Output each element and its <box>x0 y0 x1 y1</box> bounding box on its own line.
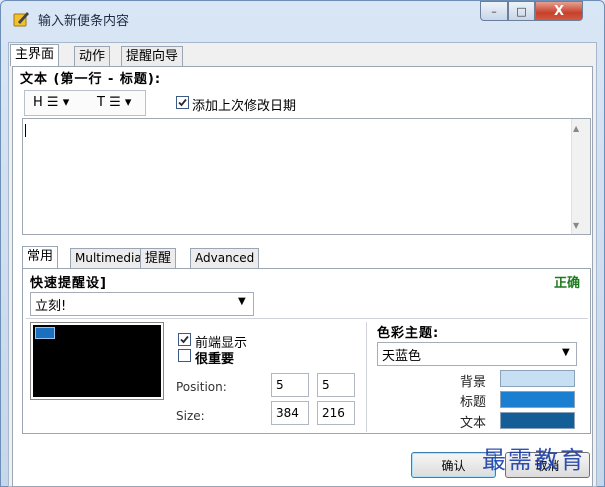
tab-main[interactable]: 主界面 <box>10 44 60 66</box>
position-label: Position: <box>176 380 227 394</box>
dropdown-arrow-icon[interactable]: ▼ <box>238 296 246 307</box>
position-y-input[interactable]: 5 <box>317 373 355 397</box>
quick-reminder-label: 快速提醒设] <box>30 276 107 291</box>
text-area-scrollbar[interactable] <box>571 119 590 234</box>
minimize-button[interactable]: – <box>480 1 508 21</box>
text-color-swatch[interactable] <box>500 412 575 429</box>
tab-reminder[interactable]: 提醒 <box>140 248 177 268</box>
heading-format-dropdown[interactable]: H ☰ ▾ <box>33 95 69 110</box>
scroll-down-icon[interactable]: ▼ <box>573 221 579 230</box>
text-color-label: 文本 <box>460 416 487 431</box>
color-theme-value: 天蓝色 <box>382 349 422 364</box>
divider <box>26 318 588 319</box>
background-color-swatch[interactable] <box>500 370 575 387</box>
title-color-swatch[interactable] <box>500 391 575 408</box>
quick-reminder-value: 立刻! <box>35 299 67 314</box>
note-text-area[interactable] <box>22 118 591 235</box>
position-x-input[interactable]: 5 <box>271 373 309 397</box>
preview-title-marker <box>35 327 55 339</box>
title-color-label: 标题 <box>460 395 487 410</box>
text-format-dropdown[interactable]: T ☰ ▾ <box>97 95 131 110</box>
width-input[interactable]: 384 <box>271 401 309 425</box>
important-label[interactable]: 很重要 <box>195 348 234 367</box>
tab-common[interactable]: 常用 <box>22 246 59 268</box>
front-display-checkbox[interactable] <box>178 333 191 346</box>
add-date-checkbox[interactable] <box>176 96 189 109</box>
vertical-divider <box>366 322 367 432</box>
app-note-icon <box>13 12 29 27</box>
tab-reminder-wizard[interactable]: 提醒向导 <box>121 46 184 66</box>
text-section-label: 文本 (第一行 - 标题): <box>20 72 162 87</box>
text-caret <box>25 124 26 137</box>
important-checkbox[interactable] <box>178 349 191 362</box>
window-title: 输入新便条内容 <box>38 14 130 29</box>
status-indicator: 正确 <box>554 276 581 291</box>
close-button[interactable]: X <box>535 1 583 21</box>
size-label: Size: <box>176 409 205 423</box>
watermark-text: 最需教育 <box>482 446 586 474</box>
dropdown-arrow-icon[interactable]: ▼ <box>562 347 570 358</box>
color-theme-label: 色彩主题: <box>377 326 440 341</box>
add-date-label[interactable]: 添加上次修改日期 <box>192 95 296 114</box>
tab-action[interactable]: 动作 <box>74 46 111 66</box>
maximize-button[interactable]: □ <box>508 1 535 21</box>
background-color-label: 背景 <box>460 375 487 390</box>
tab-advanced[interactable]: Advanced <box>190 248 260 268</box>
scroll-up-icon[interactable]: ▲ <box>573 124 579 133</box>
height-input[interactable]: 216 <box>317 401 355 425</box>
tab-multimedia[interactable]: Multimedia <box>70 248 147 268</box>
